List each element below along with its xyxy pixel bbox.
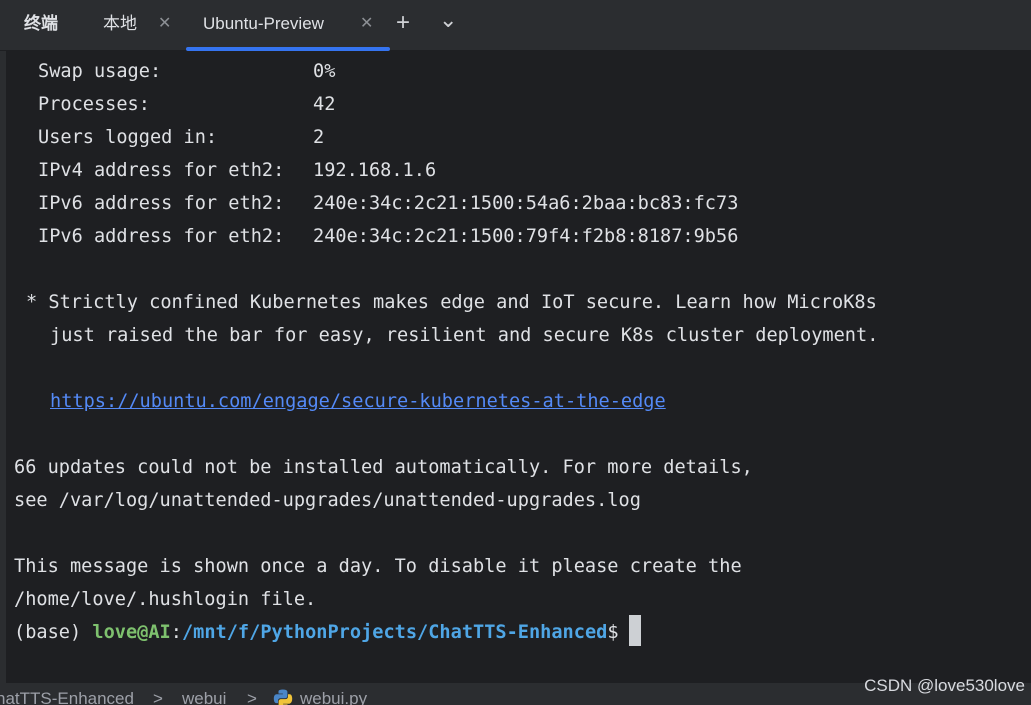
breadcrumb-item[interactable]: webui.py: [300, 683, 367, 705]
info-key: Processes:: [38, 94, 150, 115]
info-key: Swap usage:: [38, 61, 162, 82]
message-line: This message is shown once a day. To dis…: [14, 556, 742, 577]
notice-line: just raised the bar for easy, resilient …: [50, 325, 879, 346]
left-gutter: [0, 51, 6, 683]
info-key: IPv4 address for eth2:: [38, 160, 285, 181]
breadcrumb-separator: >: [153, 689, 163, 705]
close-icon[interactable]: ✕: [360, 0, 373, 48]
prompt-colon: :: [170, 622, 182, 643]
tab-bar: 终端 本地 ✕ Ubuntu-Preview ✕ + ⌄: [0, 0, 1031, 51]
updates-line: 66 updates could not be installed automa…: [14, 457, 753, 478]
breadcrumb-separator: >: [247, 689, 257, 705]
tab-local[interactable]: 本地 ✕: [103, 0, 171, 48]
info-value: 240e:34c:2c21:1500:79f4:f2b8:8187:9b56: [313, 226, 739, 247]
kubernetes-link[interactable]: https://ubuntu.com/engage/secure-kuberne…: [50, 385, 666, 418]
new-tab-plus-icon[interactable]: +: [396, 0, 410, 48]
terminal-output[interactable]: Swap usage: 0% Processes: 42 Users logge…: [0, 51, 1031, 683]
terminal-panel-title: 终端: [24, 14, 58, 33]
message-line: /home/love/.hushlogin file.: [14, 589, 317, 610]
info-value: 192.168.1.6: [313, 160, 437, 181]
tab-ubuntu-preview-label: Ubuntu-Preview: [203, 14, 324, 33]
prompt-user: love@AI: [92, 622, 171, 643]
info-value: 240e:34c:2c21:1500:54a6:2baa:bc83:fc73: [313, 193, 739, 214]
notice-line: * Strictly confined Kubernetes makes edg…: [26, 292, 877, 313]
shell-prompt[interactable]: (base) love@AI:/mnt/f/PythonProjects/Cha…: [14, 615, 641, 649]
watermark: CSDN @love530love: [864, 676, 1025, 695]
breadcrumb-item[interactable]: webui: [182, 683, 226, 705]
info-value: 42: [313, 94, 336, 115]
updates-line: see /var/log/unattended-upgrades/unatten…: [14, 490, 641, 511]
info-value: 0%: [313, 61, 336, 82]
prompt-symbol: $: [607, 622, 619, 643]
info-key: IPv6 address for eth2:: [38, 193, 285, 214]
info-key: Users logged in:: [38, 127, 218, 148]
prompt-path: /mnt/f/PythonProjects/ChatTTS-Enhanced: [181, 622, 608, 643]
chevron-down-icon[interactable]: ⌄: [439, 0, 457, 48]
conda-env: (base): [14, 622, 93, 643]
info-value: 2: [313, 127, 325, 148]
tab-ubuntu-preview[interactable]: Ubuntu-Preview ✕: [203, 0, 373, 48]
close-icon[interactable]: ✕: [158, 0, 171, 48]
info-key: IPv6 address for eth2:: [38, 226, 285, 247]
breadcrumb-item[interactable]: hatTTS-Enhanced: [0, 683, 134, 705]
python-file-icon: [273, 689, 293, 705]
text-cursor: [628, 615, 641, 646]
tab-local-label: 本地: [103, 14, 137, 33]
